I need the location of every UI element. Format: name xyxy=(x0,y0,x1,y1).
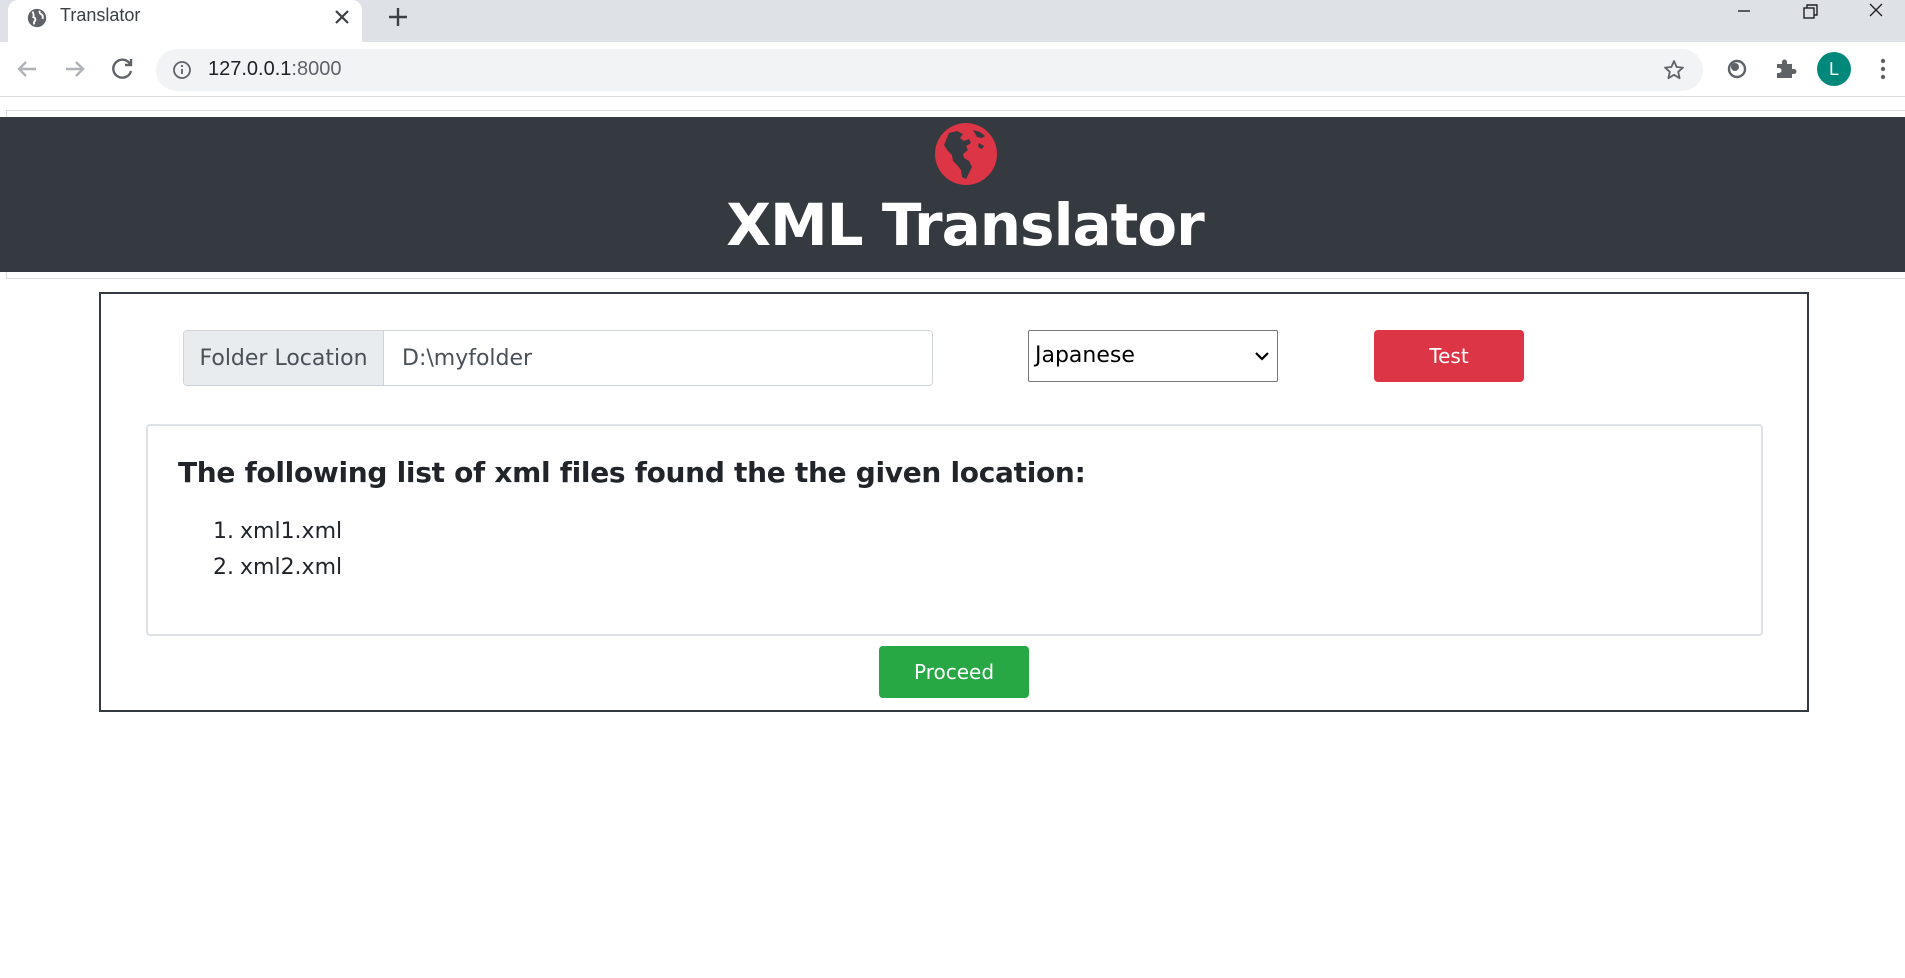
folder-location-label: Folder Location xyxy=(184,331,384,385)
restore-icon[interactable] xyxy=(1782,0,1838,28)
app-header: XML Translator xyxy=(0,117,1905,272)
proceed-button[interactable]: Proceed xyxy=(879,646,1029,698)
new-tab-icon[interactable] xyxy=(384,3,412,31)
list-item: 1. xml1.xml xyxy=(208,514,342,550)
browser-tab[interactable]: Translator xyxy=(8,0,362,42)
minimize-icon[interactable] xyxy=(1716,0,1772,28)
address-bar[interactable]: 127.0.0.1:8000 xyxy=(156,49,1703,91)
info-icon[interactable] xyxy=(172,60,192,80)
extension-circle-icon[interactable] xyxy=(1722,54,1752,84)
results-panel: The following list of xml files found th… xyxy=(146,424,1763,636)
results-heading: The following list of xml files found th… xyxy=(178,456,1086,489)
language-select-value: Japanese xyxy=(1035,343,1135,368)
url-host: 127.0.0.1 xyxy=(208,58,292,80)
language-select[interactable]: Japanese xyxy=(1028,330,1278,382)
list-item: 2. xml2.xml xyxy=(208,550,342,586)
chevron-down-icon xyxy=(1255,352,1269,361)
reload-icon[interactable] xyxy=(108,54,138,84)
page-title: XML Translator xyxy=(726,191,1205,259)
url-text: 127.0.0.1:8000 xyxy=(208,58,341,81)
back-arrow-icon[interactable] xyxy=(12,54,42,84)
window-close-icon[interactable] xyxy=(1848,0,1904,28)
main-card: Folder Location Japanese Test The follow… xyxy=(99,292,1809,712)
file-name: xml2.xml xyxy=(240,555,343,580)
file-name: xml1.xml xyxy=(240,519,343,544)
page-viewport: XML Translator Folder Location Japanese … xyxy=(0,98,1905,978)
tab-strip: Translator xyxy=(0,0,1905,42)
folder-location-input[interactable] xyxy=(384,331,932,385)
more-menu-icon[interactable] xyxy=(1868,54,1898,84)
globe-americas-icon xyxy=(935,123,997,185)
list-item-number: 1. xyxy=(213,519,234,544)
list-item-number: 2. xyxy=(213,555,234,580)
bookmark-star-icon[interactable] xyxy=(1662,58,1686,82)
close-icon[interactable] xyxy=(330,5,354,29)
tab-title: Translator xyxy=(60,5,141,25)
url-port: :8000 xyxy=(291,58,342,80)
test-button[interactable]: Test xyxy=(1374,330,1524,382)
file-list: 1. xml1.xml 2. xml2.xml xyxy=(208,514,342,586)
forward-arrow-icon[interactable] xyxy=(60,54,90,84)
avatar[interactable]: L xyxy=(1817,52,1851,86)
globe-icon xyxy=(27,8,47,28)
puzzle-icon[interactable] xyxy=(1770,54,1800,84)
folder-location-group: Folder Location xyxy=(183,330,933,386)
browser-toolbar: 127.0.0.1:8000 L xyxy=(0,42,1905,97)
